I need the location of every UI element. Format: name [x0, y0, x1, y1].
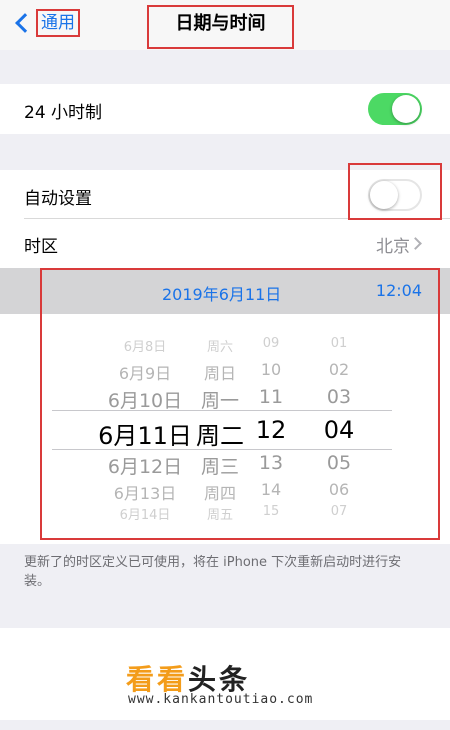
chevron-left-icon — [15, 13, 35, 33]
hour24-label: 24 小时制 — [24, 103, 103, 123]
back-button[interactable]: 通用 — [12, 8, 80, 38]
hour24-toggle[interactable] — [368, 93, 422, 125]
chevron-right-icon — [409, 237, 422, 250]
timezone-label: 时区 — [24, 237, 58, 257]
toggle-knob — [392, 95, 420, 123]
annotation-box — [348, 163, 442, 220]
navigation-bar: 通用 日期与时间 — [0, 0, 450, 50]
back-button-label: 通用 — [36, 9, 80, 37]
timezone-value: 北京 — [376, 237, 410, 257]
watermark-url: www.kankantoutiao.com — [128, 692, 314, 707]
annotation-box — [40, 268, 440, 540]
hour24-row: 24 小时制 — [0, 84, 450, 134]
timezone-update-note: 更新了的时区定义已可使用，将在 iPhone 下次重新启动时进行安装。 — [24, 555, 402, 589]
auto-set-label: 自动设置 — [24, 189, 92, 209]
page-title: 日期与时间 — [147, 5, 294, 49]
watermark: 看看头条 www.kankantoutiao.com — [0, 628, 450, 720]
timezone-row[interactable]: 时区 北京 — [0, 219, 450, 268]
